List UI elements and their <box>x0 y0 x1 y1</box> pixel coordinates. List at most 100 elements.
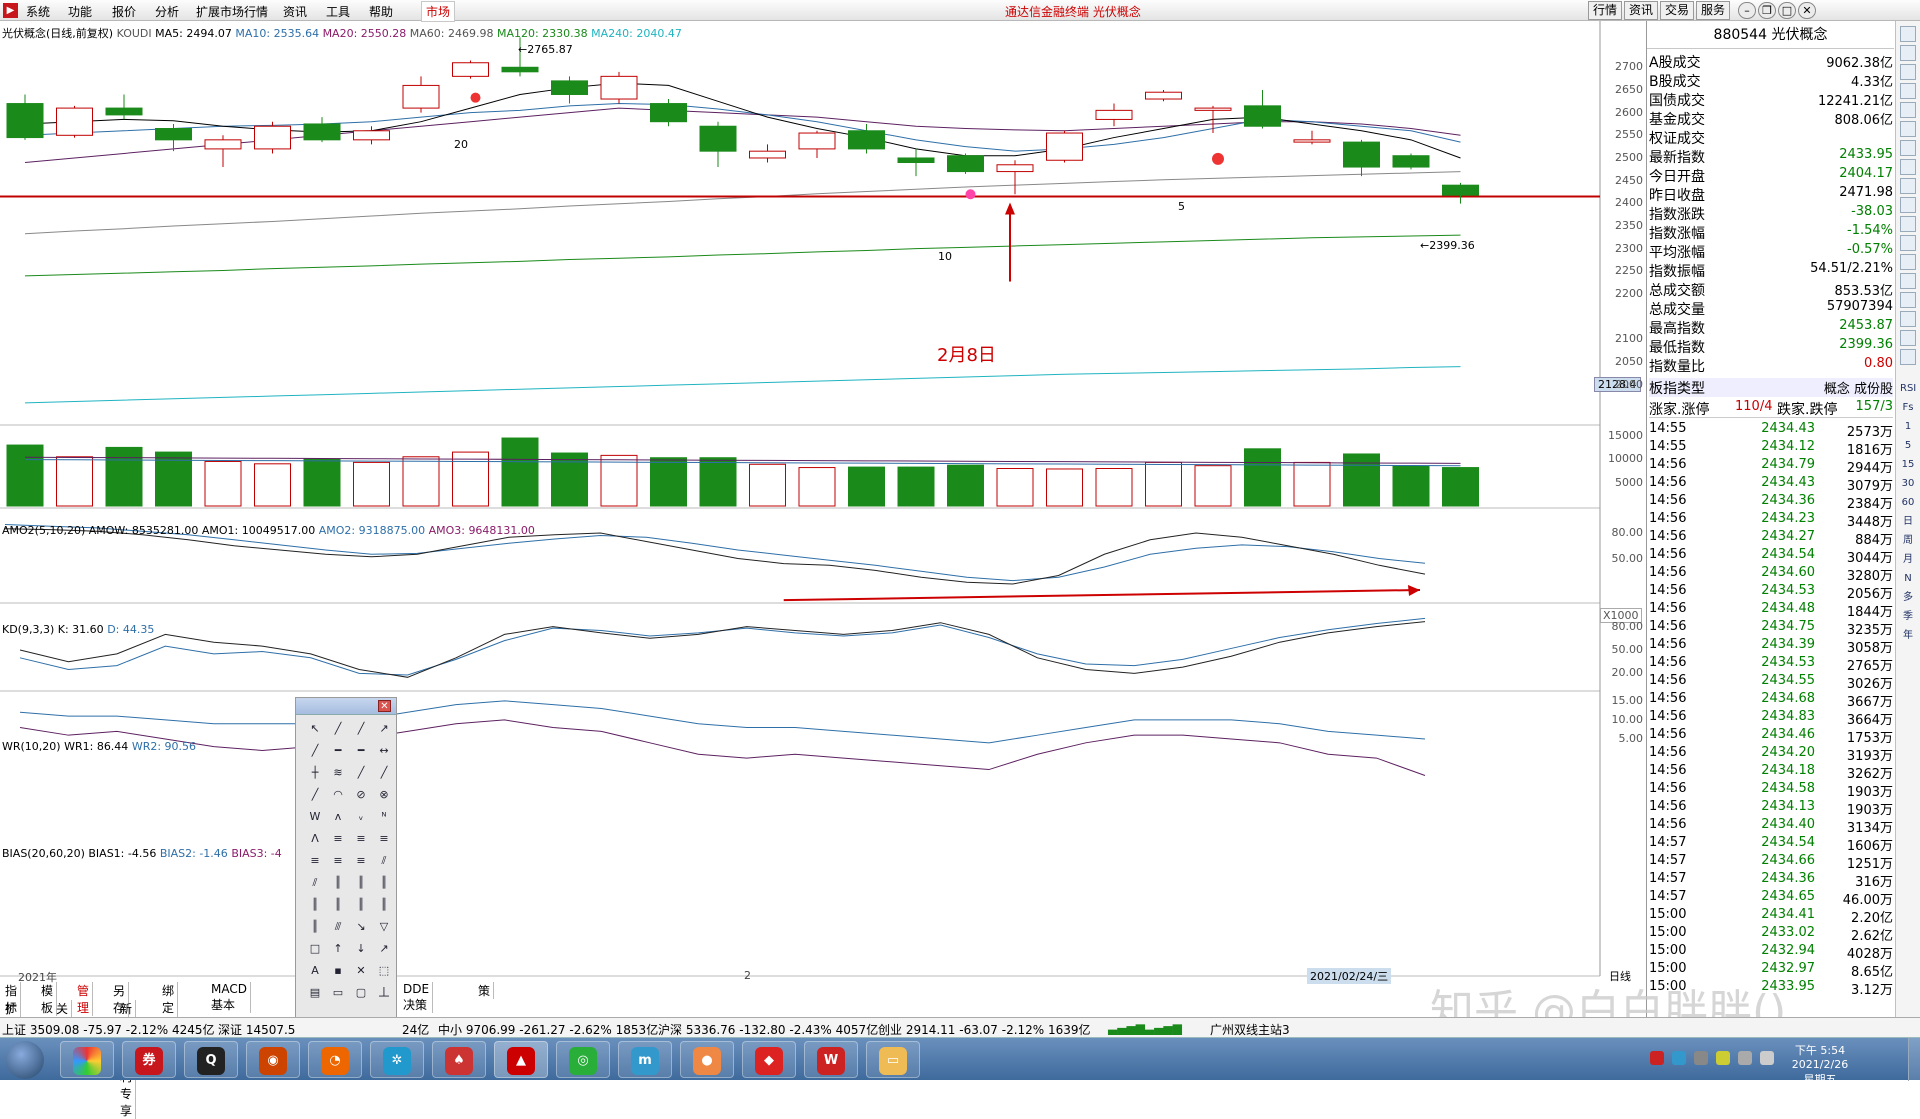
draw-tool-icon[interactable]: ║ <box>329 896 347 914</box>
taskbar-app-7[interactable]: ♠ <box>432 1041 486 1078</box>
draw-tool-icon[interactable]: ⬚ <box>375 962 393 980</box>
top-btn-hangqing[interactable]: 行情 <box>1588 1 1622 20</box>
sidebar-tool-icon[interactable] <box>1900 311 1916 327</box>
sidebar-tool-icon[interactable] <box>1900 349 1916 365</box>
sidebar-tool-icon[interactable] <box>1900 83 1916 99</box>
draw-tool-icon[interactable]: ▽ <box>375 918 393 936</box>
sidebar-tool-icon[interactable] <box>1900 235 1916 251</box>
draw-tool-icon[interactable]: ║ <box>375 874 393 892</box>
chart-area[interactable] <box>0 21 1646 981</box>
toolbox-header[interactable]: ✕ <box>296 698 396 715</box>
status-hs[interactable]: 沪深 5336.76 -132.80 -2.43% 4057亿 <box>658 1021 878 1038</box>
taskbar-app-10[interactable]: m <box>618 1041 672 1078</box>
draw-tool-icon[interactable]: ✕ <box>352 962 370 980</box>
draw-tool-icon[interactable]: ↗ <box>375 940 393 958</box>
draw-tool-icon[interactable]: ━ <box>329 742 347 760</box>
draw-tool-icon[interactable]: W <box>306 808 324 826</box>
menu-help[interactable]: 帮助 <box>369 3 393 20</box>
draw-tool-icon[interactable]: ⫽ <box>306 874 324 892</box>
sidebar-period-button[interactable]: 日 <box>1900 514 1916 530</box>
draw-tool-icon[interactable]: □ <box>306 940 324 958</box>
draw-tool-icon[interactable]: ≡ <box>329 852 347 870</box>
tray-network-icon[interactable] <box>1738 1051 1752 1065</box>
draw-tool-icon[interactable]: ᴺ <box>375 808 393 826</box>
draw-tool-icon[interactable]: ║ <box>352 896 370 914</box>
menu-ext-market[interactable]: 扩展市场行情 <box>196 3 268 20</box>
app-logo-icon[interactable]: ▶ <box>3 3 18 18</box>
draw-tool-icon[interactable]: ┼ <box>306 764 324 782</box>
status-zx[interactable]: 中小 9706.99 -261.27 -2.62% 1853亿 <box>438 1021 658 1038</box>
top-btn-zixun[interactable]: 资讯 <box>1624 1 1658 20</box>
top-btn-fuwu[interactable]: 服务 <box>1696 1 1730 20</box>
restore-icon[interactable]: ❐ <box>1758 2 1776 19</box>
menu-tools[interactable]: 工具 <box>326 3 350 20</box>
sidebar-tool-icon[interactable] <box>1900 292 1916 308</box>
taskbar-app-wechat[interactable]: ◎ <box>556 1041 610 1078</box>
sidebar-tool-icon[interactable] <box>1900 178 1916 194</box>
index-type-value[interactable]: 概念 成份股 <box>1824 378 1893 397</box>
taskbar-app-4[interactable]: ◉ <box>246 1041 300 1078</box>
sidebar-period-button[interactable]: 年 <box>1900 628 1916 644</box>
sidebar-period-button[interactable]: 60 <box>1900 495 1916 511</box>
minimize-icon[interactable]: – <box>1738 2 1756 19</box>
draw-tool-icon[interactable]: ≡ <box>352 852 370 870</box>
draw-tool-icon[interactable]: ╱ <box>306 742 324 760</box>
draw-tool-icon[interactable]: ╱ <box>352 764 370 782</box>
draw-tool-icon[interactable]: ╱ <box>375 764 393 782</box>
maximize-icon[interactable]: □ <box>1778 2 1796 19</box>
draw-tool-icon[interactable]: ↑ <box>329 940 347 958</box>
taskbar-app-firefox[interactable]: ● <box>680 1041 734 1078</box>
taskbar-app-qq[interactable]: Q <box>184 1041 238 1078</box>
sidebar-period-button[interactable]: 周 <box>1900 533 1916 549</box>
sidebar-period-button[interactable]: N <box>1900 571 1916 587</box>
show-desktop-button[interactable] <box>1908 1038 1920 1081</box>
tray-volume-icon[interactable] <box>1760 1051 1774 1065</box>
sidebar-tool-icon[interactable] <box>1900 121 1916 137</box>
draw-tool-icon[interactable]: A <box>306 962 324 980</box>
status-server[interactable]: 广州双线主站3 <box>1210 1021 1290 1038</box>
sidebar-tool-icon[interactable] <box>1900 26 1916 42</box>
sidebar-period-button[interactable]: 1 <box>1900 419 1916 435</box>
menu-function[interactable]: 功能 <box>68 3 92 20</box>
sidebar-period-button[interactable]: Fs <box>1900 400 1916 416</box>
menu-news[interactable]: 资讯 <box>283 3 307 20</box>
draw-tool-icon[interactable]: ╱ <box>352 720 370 738</box>
menu-quote[interactable]: 报价 <box>112 3 136 20</box>
sidebar-period-button[interactable]: 月 <box>1900 552 1916 568</box>
sidebar-period-button[interactable]: 15 <box>1900 457 1916 473</box>
draw-tool-icon[interactable]: ≋ <box>329 764 347 782</box>
draw-tool-icon[interactable]: ◠ <box>329 786 347 804</box>
draw-tool-icon[interactable]: ║ <box>375 896 393 914</box>
sidebar-tool-icon[interactable] <box>1900 140 1916 156</box>
tray-flag-icon[interactable] <box>1716 1051 1730 1065</box>
draw-tool-icon[interactable]: ↖ <box>306 720 324 738</box>
status-sz[interactable]: 深证 14507.5 <box>218 1021 295 1038</box>
draw-tool-icon[interactable]: ≡ <box>306 852 324 870</box>
sidebar-tool-icon[interactable] <box>1900 216 1916 232</box>
system-clock[interactable]: 下午 5:54 2021/2/26 星期五 <box>1785 1042 1855 1087</box>
draw-tool-icon[interactable]: ▪ <box>329 962 347 980</box>
tray-icon-3[interactable] <box>1694 1051 1708 1065</box>
sidebar-tool-icon[interactable] <box>1900 64 1916 80</box>
taskbar-app-8[interactable]: ▲ <box>494 1041 548 1078</box>
bottom-tab[interactable]: 管理 <box>74 982 94 1016</box>
draw-tool-icon[interactable]: ║ <box>306 896 324 914</box>
draw-tool-icon[interactable]: ⊗ <box>375 786 393 804</box>
draw-tool-icon[interactable]: ⊘ <box>352 786 370 804</box>
taskbar-app-explorer[interactable]: ▭ <box>866 1041 920 1078</box>
bottom-tab[interactable]: MACD基本 <box>208 982 251 1013</box>
draw-tool-icon[interactable]: Λ <box>306 830 324 848</box>
bottom-tab[interactable]: DDE决策 <box>400 982 434 1013</box>
sidebar-period-button[interactable]: RSI <box>1900 381 1916 397</box>
tray-icon-1[interactable] <box>1650 1051 1664 1065</box>
taskbar-app-tdx[interactable]: 券 <box>122 1041 176 1078</box>
sidebar-period-button[interactable]: 30 <box>1900 476 1916 492</box>
draw-tool-icon[interactable]: ║ <box>329 874 347 892</box>
toolbox-close-icon[interactable]: ✕ <box>378 700 391 712</box>
sidebar-tool-icon[interactable] <box>1900 273 1916 289</box>
taskbar-app-5[interactable]: ◔ <box>308 1041 362 1078</box>
draw-tool-icon[interactable]: ╱ <box>306 786 324 804</box>
draw-tool-icon[interactable]: ⫽ <box>375 852 393 870</box>
top-btn-jiaoyi[interactable]: 交易 <box>1660 1 1694 20</box>
sidebar-tool-icon[interactable] <box>1900 197 1916 213</box>
